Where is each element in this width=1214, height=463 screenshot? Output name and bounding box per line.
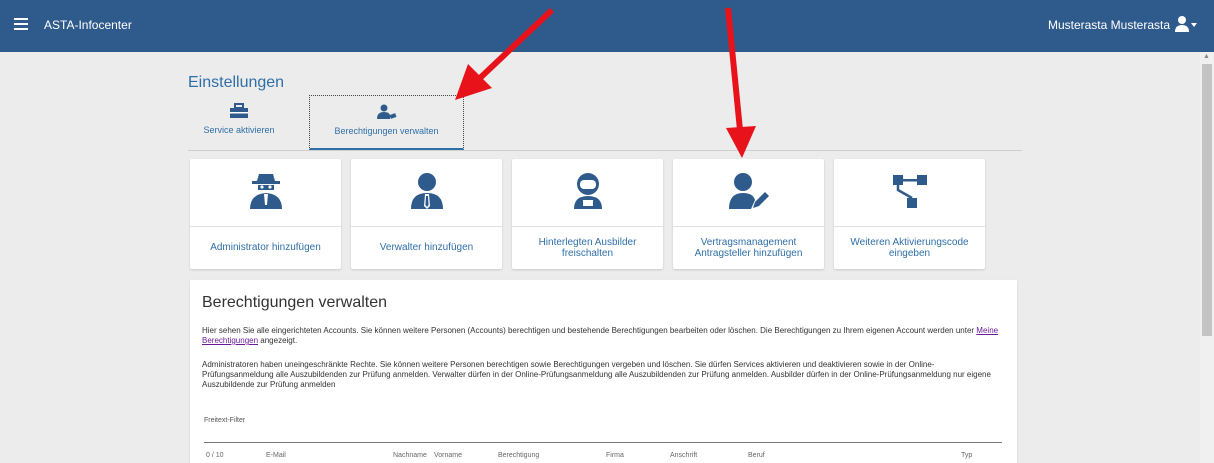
arrow-to-tab-icon <box>455 7 555 100</box>
annotation-arrows <box>455 7 756 158</box>
arrow-to-vertragsmanagement-icon <box>725 7 756 158</box>
